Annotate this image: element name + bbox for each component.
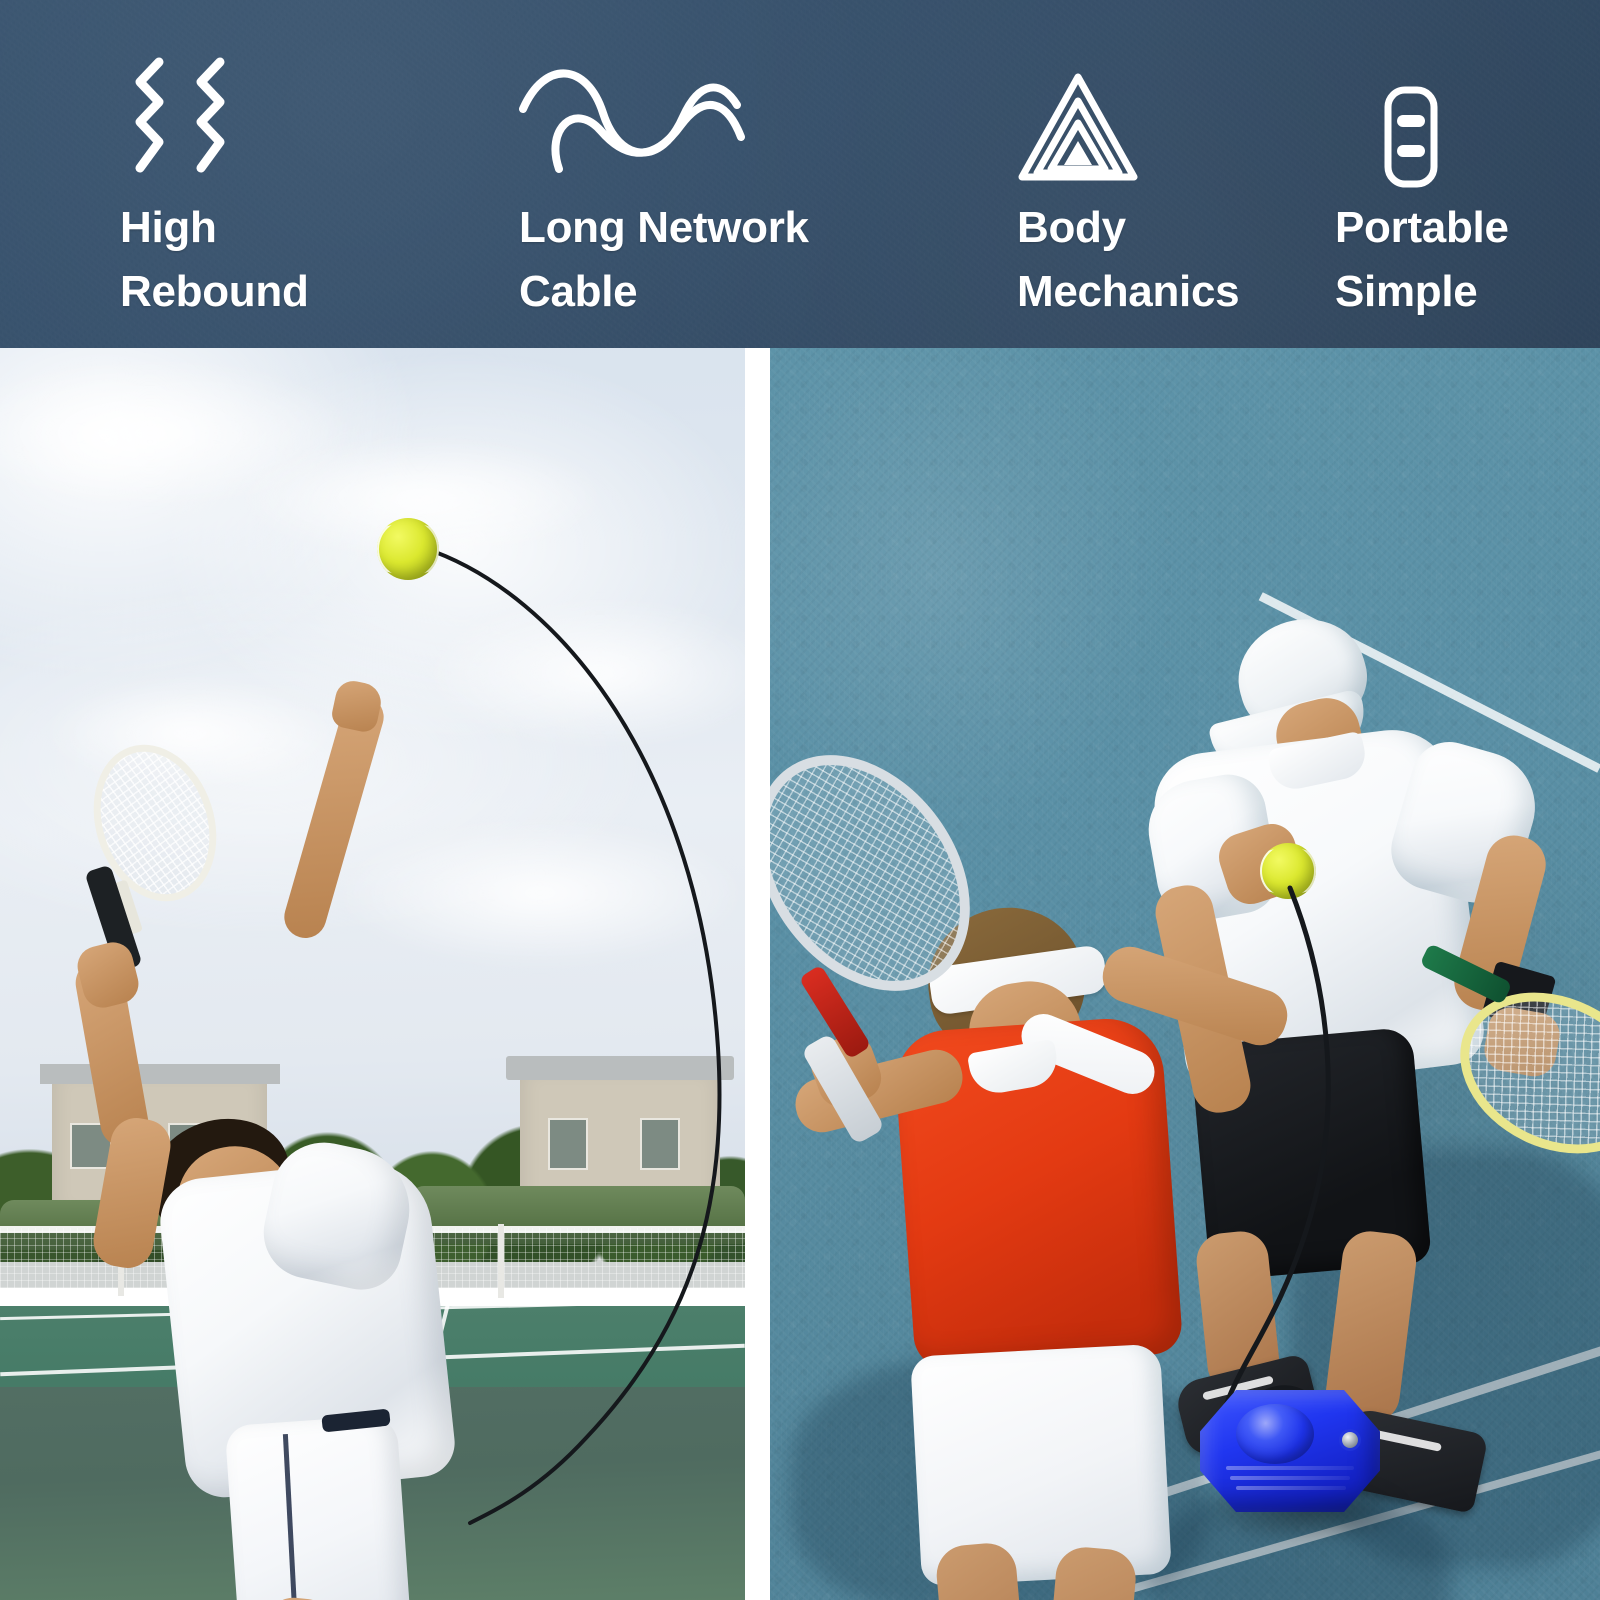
feature-item-high-rebound: High Rebound [0, 0, 455, 348]
portable-battery-icon [1380, 78, 1442, 196]
photo-left-serving-player [0, 348, 745, 1600]
nested-triangle-icon [1015, 68, 1141, 186]
feature-label-long-network-cable: Long Network Cable [519, 203, 809, 317]
base-ridge [1230, 1476, 1350, 1480]
spring-zigzag-icon [125, 56, 235, 174]
trainer-base-right [1200, 1390, 1380, 1512]
base-ridge [1226, 1466, 1354, 1470]
player-left-shorts [224, 1414, 412, 1600]
feature-label-high-rebound: High Rebound [120, 203, 309, 317]
feature-banner: High Rebound Long Network Cable Body Mec… [0, 0, 1600, 348]
feature-list: High Rebound Long Network Cable Body Mec… [0, 0, 1600, 348]
feature-label-body-mechanics: Body Mechanics [1017, 203, 1240, 317]
feature-label-portable-simple: Portable Simple [1335, 203, 1509, 317]
product-feature-image: High Rebound Long Network Cable Body Mec… [0, 0, 1600, 1600]
photo-right-coach-and-child [770, 348, 1600, 1600]
feature-item-body-mechanics: Body Mechanics [905, 0, 1305, 348]
sine-wave-icon [515, 62, 745, 180]
feature-item-long-network-cable: Long Network Cable [455, 0, 905, 348]
base-screw [1342, 1432, 1358, 1448]
tennis-ball-left [377, 518, 439, 580]
elastic-cord-right [1217, 885, 1331, 1480]
photo-row [0, 348, 1600, 1600]
base-dome [1236, 1404, 1314, 1464]
base-ridge [1236, 1486, 1346, 1490]
feature-item-portable-simple: Portable Simple [1305, 0, 1600, 348]
